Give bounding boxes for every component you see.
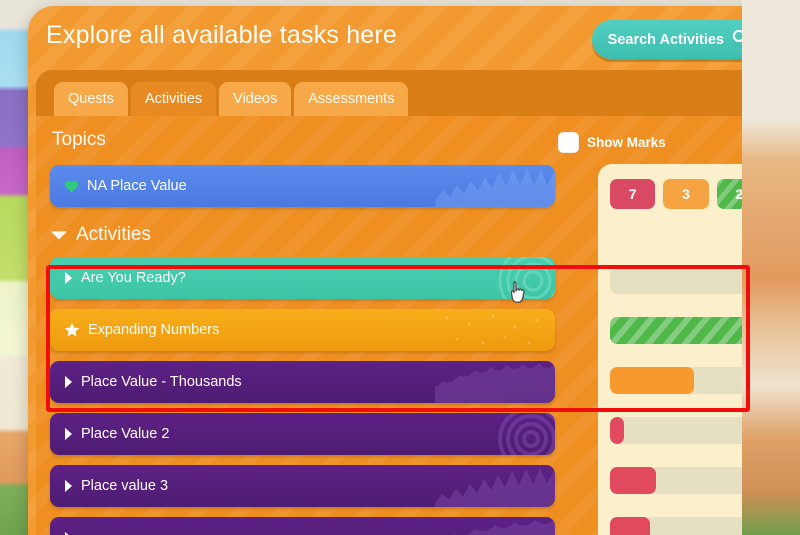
activity-row-place-value-3: Place value 3: [36, 464, 766, 508]
search-activities-button[interactable]: Search Activities: [591, 20, 762, 59]
page-title: Explore all available tasks here: [46, 21, 398, 49]
tasks-modal: Explore all available tasks here Search …: [28, 6, 774, 535]
wave-decoration: [453, 519, 555, 535]
play-icon: [64, 375, 73, 389]
wave-decoration: [435, 363, 555, 403]
search-button-label: Search Activities: [607, 31, 724, 48]
show-marks-toggle[interactable]: Show Marks: [558, 132, 666, 153]
topic-row-na-place-value: NA Place Value: [36, 164, 766, 208]
zigzag-decoration: [435, 169, 555, 207]
tab-assessments[interactable]: Assessments: [294, 82, 409, 116]
dots-decoration: [445, 314, 539, 345]
magnifier-icon: [731, 28, 750, 51]
tab-activities[interactable]: Activities: [130, 82, 217, 116]
show-marks-checkbox[interactable]: [558, 132, 579, 153]
activity-bar[interactable]: Place Value - Thousands: [50, 361, 555, 403]
modal-header: Explore all available tasks here Search …: [28, 6, 774, 70]
topics-heading: Topics: [52, 129, 106, 150]
play-icon: [64, 479, 73, 493]
pointing-hand-cursor: [508, 280, 530, 311]
heart-icon: [64, 180, 79, 193]
section-header-activities[interactable]: Activities: [36, 216, 766, 254]
content-area: Topics Show Marks 7 3 2 NA Place Value A…: [36, 116, 766, 535]
tab-bar: Quests Activities Videos Assessments: [36, 70, 766, 116]
play-icon: [64, 271, 73, 285]
content-header: Topics Show Marks: [36, 116, 766, 164]
activity-label: Expanding Numbers: [88, 322, 220, 338]
activity-label: Place value 3: [81, 478, 169, 494]
activity-row-place-value-thousands: Place Value - Thousands: [36, 360, 766, 404]
star-icon: [64, 322, 80, 338]
activity-row-next: [36, 516, 766, 535]
activity-bar[interactable]: Expanding Numbers: [50, 309, 555, 351]
activity-bar[interactable]: [50, 517, 555, 535]
play-icon: [64, 427, 73, 441]
section-label: Activities: [76, 224, 151, 245]
topic-label: NA Place Value: [87, 178, 187, 194]
activity-bar[interactable]: Place Value 2: [50, 413, 555, 455]
rows-area: 7 3 2 NA Place Value Activities Are You …: [36, 164, 766, 535]
activity-label: Place Value - Thousands: [81, 374, 242, 390]
activity-bar[interactable]: Are You Ready?: [50, 257, 555, 299]
activity-row-expanding-numbers: Expanding Numbers: [36, 308, 766, 352]
play-icon: [64, 531, 73, 535]
activity-bar[interactable]: Place value 3: [50, 465, 555, 507]
activities-panel: Quests Activities Videos Assessments Top…: [36, 70, 766, 535]
activity-row-place-value-2: Place Value 2: [36, 412, 766, 456]
chevron-down-icon[interactable]: [50, 229, 68, 241]
activity-row-are-you-ready: Are You Ready?: [36, 256, 766, 300]
spiral-decoration: [498, 257, 555, 299]
activity-label: Place Value 2: [81, 426, 170, 442]
tab-quests[interactable]: Quests: [54, 82, 128, 116]
activity-label: Are You Ready?: [81, 270, 186, 286]
show-marks-label: Show Marks: [587, 135, 666, 150]
tab-videos[interactable]: Videos: [219, 82, 292, 116]
page-background: Explore all available tasks here Search …: [0, 0, 800, 535]
spiral-decoration: [498, 413, 555, 455]
zigzag-decoration: [435, 468, 555, 507]
topic-bar[interactable]: NA Place Value: [50, 165, 555, 207]
